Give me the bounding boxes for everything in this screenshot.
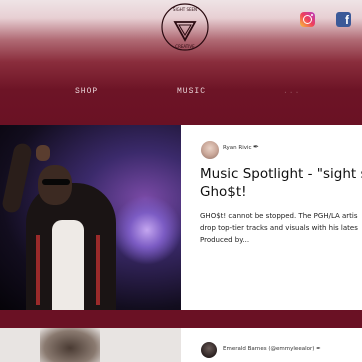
post-title-line1[interactable]: Music Spotlight - "sight se (200, 166, 362, 182)
avatar[interactable] (201, 141, 219, 159)
instagram-icon[interactable] (300, 12, 315, 27)
post-card-2[interactable]: Emerald Barnes (@emmyleealor) ✒ (0, 328, 362, 362)
post-image-2[interactable] (0, 328, 181, 362)
nav-music[interactable]: MUSIC (177, 87, 206, 96)
post-title-line2[interactable]: Gho$t! (200, 183, 362, 201)
facebook-icon[interactable]: f (336, 12, 351, 27)
author-name-2[interactable]: Emerald Barnes (@emmyleealor) ✒ (223, 346, 321, 352)
logo-text-top: SIGHT SEEN (173, 7, 197, 12)
post-image[interactable] (0, 125, 181, 310)
brand-logo[interactable]: SIGHT SEEN CREATIVE (160, 2, 210, 52)
feather-icon: ✒ (316, 346, 321, 352)
post-title[interactable]: Music Spotlight - "sight se Gho$t! (200, 165, 362, 201)
post-excerpt: GHO$t! cannot be stopped. The PGH/LA art… (200, 212, 358, 244)
nav-shop[interactable]: SHOP (75, 87, 98, 96)
post-card[interactable]: Ryan Rivic ✒ Music Spotlight - "sight se… (0, 125, 362, 310)
section-divider (0, 310, 362, 328)
avatar-2[interactable] (201, 342, 217, 358)
post-text: Ryan Rivic ✒ Music Spotlight - "sight se… (181, 125, 362, 310)
logo-text-bottom: CREATIVE (175, 44, 195, 49)
feather-icon: ✒ (253, 143, 259, 151)
author-name[interactable]: Ryan Rivic (223, 145, 252, 151)
nav-item-3[interactable]: ... (283, 87, 300, 96)
site-header: SIGHT SEEN CREATIVE f SHOP MUSIC ... (0, 0, 362, 125)
